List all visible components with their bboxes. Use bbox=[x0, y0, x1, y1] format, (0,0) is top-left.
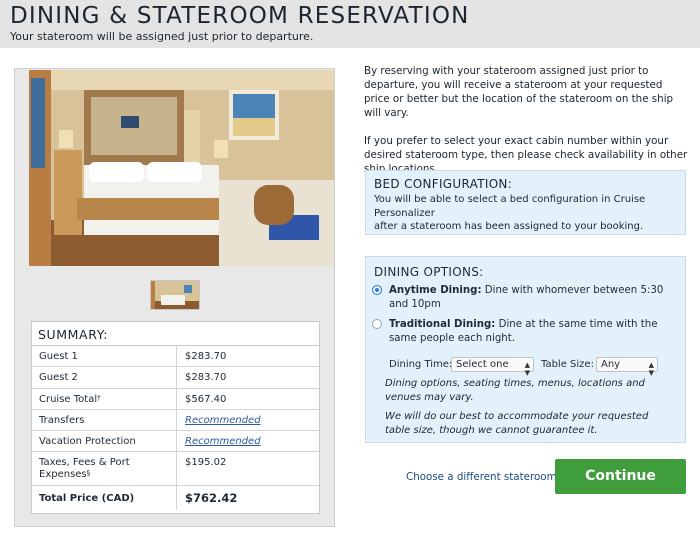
transfers-recommended-link[interactable]: Recommended bbox=[176, 409, 261, 431]
summary-value: $195.02 bbox=[176, 452, 226, 486]
page-title: DINING & STATEROOM RESERVATION bbox=[10, 3, 470, 29]
table-size-label: Table Size: bbox=[541, 359, 594, 370]
summary-value: $283.70 bbox=[176, 367, 226, 388]
summary-label: Total Price (CAD) bbox=[39, 493, 135, 505]
summary-row-cruise-total: Cruise Total† $567.40 bbox=[32, 388, 319, 410]
summary-row-guest-2: Guest 2 $283.70 bbox=[32, 367, 319, 389]
anytime-dining-radio[interactable] bbox=[372, 285, 382, 295]
dagger-footnote: † bbox=[97, 393, 101, 402]
dining-note: We will do our best to accommodate your … bbox=[385, 411, 649, 436]
dining-note: Dining options, seating times, menus, lo… bbox=[385, 378, 645, 403]
summary-row-taxes: Taxes, Fees & Port Expenses§ $195.02 bbox=[32, 452, 319, 487]
taxes-label: Taxes, Fees & Port Expenses bbox=[39, 457, 130, 481]
summary-label: Transfers bbox=[39, 414, 85, 426]
bed-configuration-text: You will be able to select a bed configu… bbox=[374, 193, 685, 234]
continue-button[interactable]: Continue bbox=[555, 459, 686, 494]
intro-paragraph: By reserving with your stateroom assigne… bbox=[364, 65, 674, 119]
traditional-dining-radio[interactable] bbox=[372, 319, 382, 329]
updown-arrows-icon: ▲ ▼ bbox=[524, 361, 530, 377]
stateroom-thumbnail[interactable] bbox=[150, 280, 200, 310]
summary-row-vacation-protection: Vacation Protection Recommended bbox=[32, 431, 319, 453]
summary-value: $567.40 bbox=[176, 388, 226, 409]
reservation-intro: By reserving with your stateroom assigne… bbox=[364, 64, 690, 176]
dining-time-value: Select one bbox=[456, 359, 509, 370]
anytime-dining-text: Anytime Dining: Dine with whomever betwe… bbox=[372, 284, 678, 312]
bed-configuration-line: after a stateroom has been assigned to y… bbox=[374, 221, 644, 232]
summary-label: Guest 1 bbox=[39, 351, 78, 362]
table-size-value: Any bbox=[601, 359, 621, 370]
dining-time-label: Dining Time: bbox=[389, 359, 453, 370]
dining-options-title: DINING OPTIONS: bbox=[374, 265, 484, 279]
cruise-total-label: Cruise Total bbox=[39, 393, 98, 405]
traditional-dining-option[interactable]: Traditional Dining: Dine at the same tim… bbox=[372, 318, 678, 346]
summary-row-guest-1: Guest 1 $283.70 bbox=[32, 346, 319, 368]
bed-configuration-line: You will be able to select a bed configu… bbox=[374, 194, 646, 219]
summary-label: Taxes, Fees & Port Expenses§ bbox=[39, 457, 175, 481]
summary-label: Guest 2 bbox=[39, 372, 78, 384]
dining-time-select[interactable]: Select one ▲ ▼ bbox=[451, 357, 534, 377]
stateroom-photo bbox=[29, 70, 334, 266]
summary-value: $762.42 bbox=[176, 486, 237, 511]
stateroom-panel: SUMMARY: Guest 1 $283.70 Guest 2 $283.70… bbox=[14, 68, 335, 527]
price-summary: SUMMARY: Guest 1 $283.70 Guest 2 $283.70… bbox=[31, 321, 320, 514]
summary-label: Cruise Total† bbox=[39, 394, 175, 406]
summary-row-total-price: Total Price (CAD) $762.42 bbox=[32, 486, 319, 511]
choose-different-stateroom-link[interactable]: Choose a different stateroom bbox=[406, 471, 557, 483]
dining-options-box: DINING OPTIONS: Anytime Dining: Dine wit… bbox=[365, 256, 686, 443]
summary-title: SUMMARY: bbox=[32, 322, 319, 346]
traditional-dining-label: Traditional Dining: bbox=[389, 319, 496, 330]
summary-row-transfers: Transfers Recommended bbox=[32, 409, 319, 432]
anytime-dining-option[interactable]: Anytime Dining: Dine with whomever betwe… bbox=[372, 284, 678, 312]
bed-configuration-title: BED CONFIGURATION: bbox=[374, 177, 513, 191]
page-header: DINING & STATEROOM RESERVATION Your stat… bbox=[0, 0, 700, 48]
updown-arrows-icon: ▲ ▼ bbox=[648, 361, 654, 377]
traditional-dining-text: Traditional Dining: Dine at the same tim… bbox=[372, 318, 678, 346]
table-size-select[interactable]: Any ▲ ▼ bbox=[596, 357, 658, 377]
section-footnote: § bbox=[86, 469, 91, 478]
summary-label: Vacation Protection bbox=[39, 436, 136, 448]
summary-value: $283.70 bbox=[176, 346, 226, 367]
vacation-protection-recommended-link[interactable]: Recommended bbox=[176, 431, 261, 452]
bed-configuration-box: BED CONFIGURATION: You will be able to s… bbox=[365, 170, 686, 235]
anytime-dining-label: Anytime Dining: bbox=[389, 285, 482, 296]
page-subtitle: Your stateroom will be assigned just pri… bbox=[10, 30, 314, 43]
